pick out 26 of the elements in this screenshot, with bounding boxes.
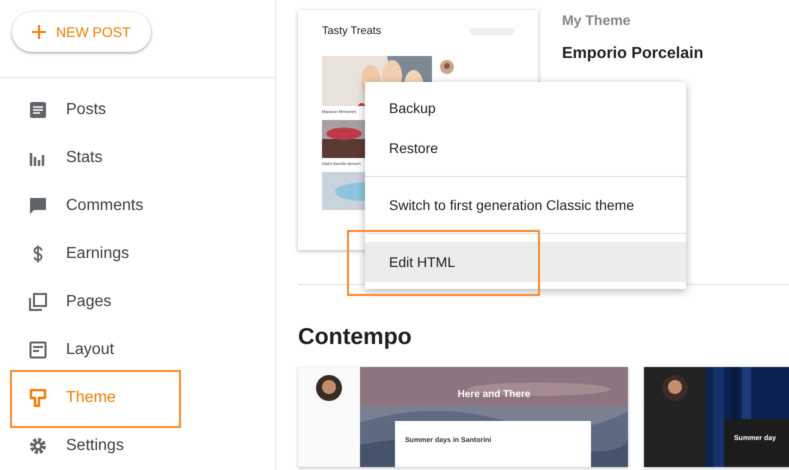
menu-item[interactable]: Restore — [365, 128, 686, 168]
sidebar-item[interactable]: Layout — [0, 326, 275, 374]
layout-icon — [29, 341, 47, 359]
settings-icon — [29, 437, 47, 455]
avatar-icon — [440, 60, 454, 74]
preview-blog-title: Tasty Treats — [322, 25, 382, 37]
menu-item[interactable]: Switch to first generation Classic theme — [365, 185, 686, 225]
menu-item[interactable]: Edit HTML — [365, 242, 686, 282]
sidebar-item[interactable]: Settings — [0, 422, 275, 470]
sidebar-item[interactable]: Pages — [0, 278, 275, 326]
avatar-icon — [662, 375, 688, 401]
speech-bubble-icon — [29, 197, 47, 215]
section-label: My Theme — [562, 12, 632, 28]
avatar-icon — [316, 375, 342, 401]
sidebar-item[interactable]: Posts — [0, 86, 275, 134]
section-heading: Contempo — [298, 323, 413, 350]
theme-name: Emporio Porcelain — [562, 45, 704, 63]
plus-icon — [32, 25, 46, 39]
stacked-pages-icon — [29, 293, 47, 311]
document-icon — [29, 101, 47, 119]
sidebar-item[interactable]: Stats — [0, 134, 275, 182]
menu-item[interactable]: Backup — [365, 88, 686, 128]
blog-title: Here and There — [456, 389, 532, 400]
sidebar-item[interactable]: Comments — [0, 182, 275, 230]
paint-roller-icon — [29, 389, 47, 407]
sidebar-item[interactable]: Earnings — [0, 230, 275, 278]
